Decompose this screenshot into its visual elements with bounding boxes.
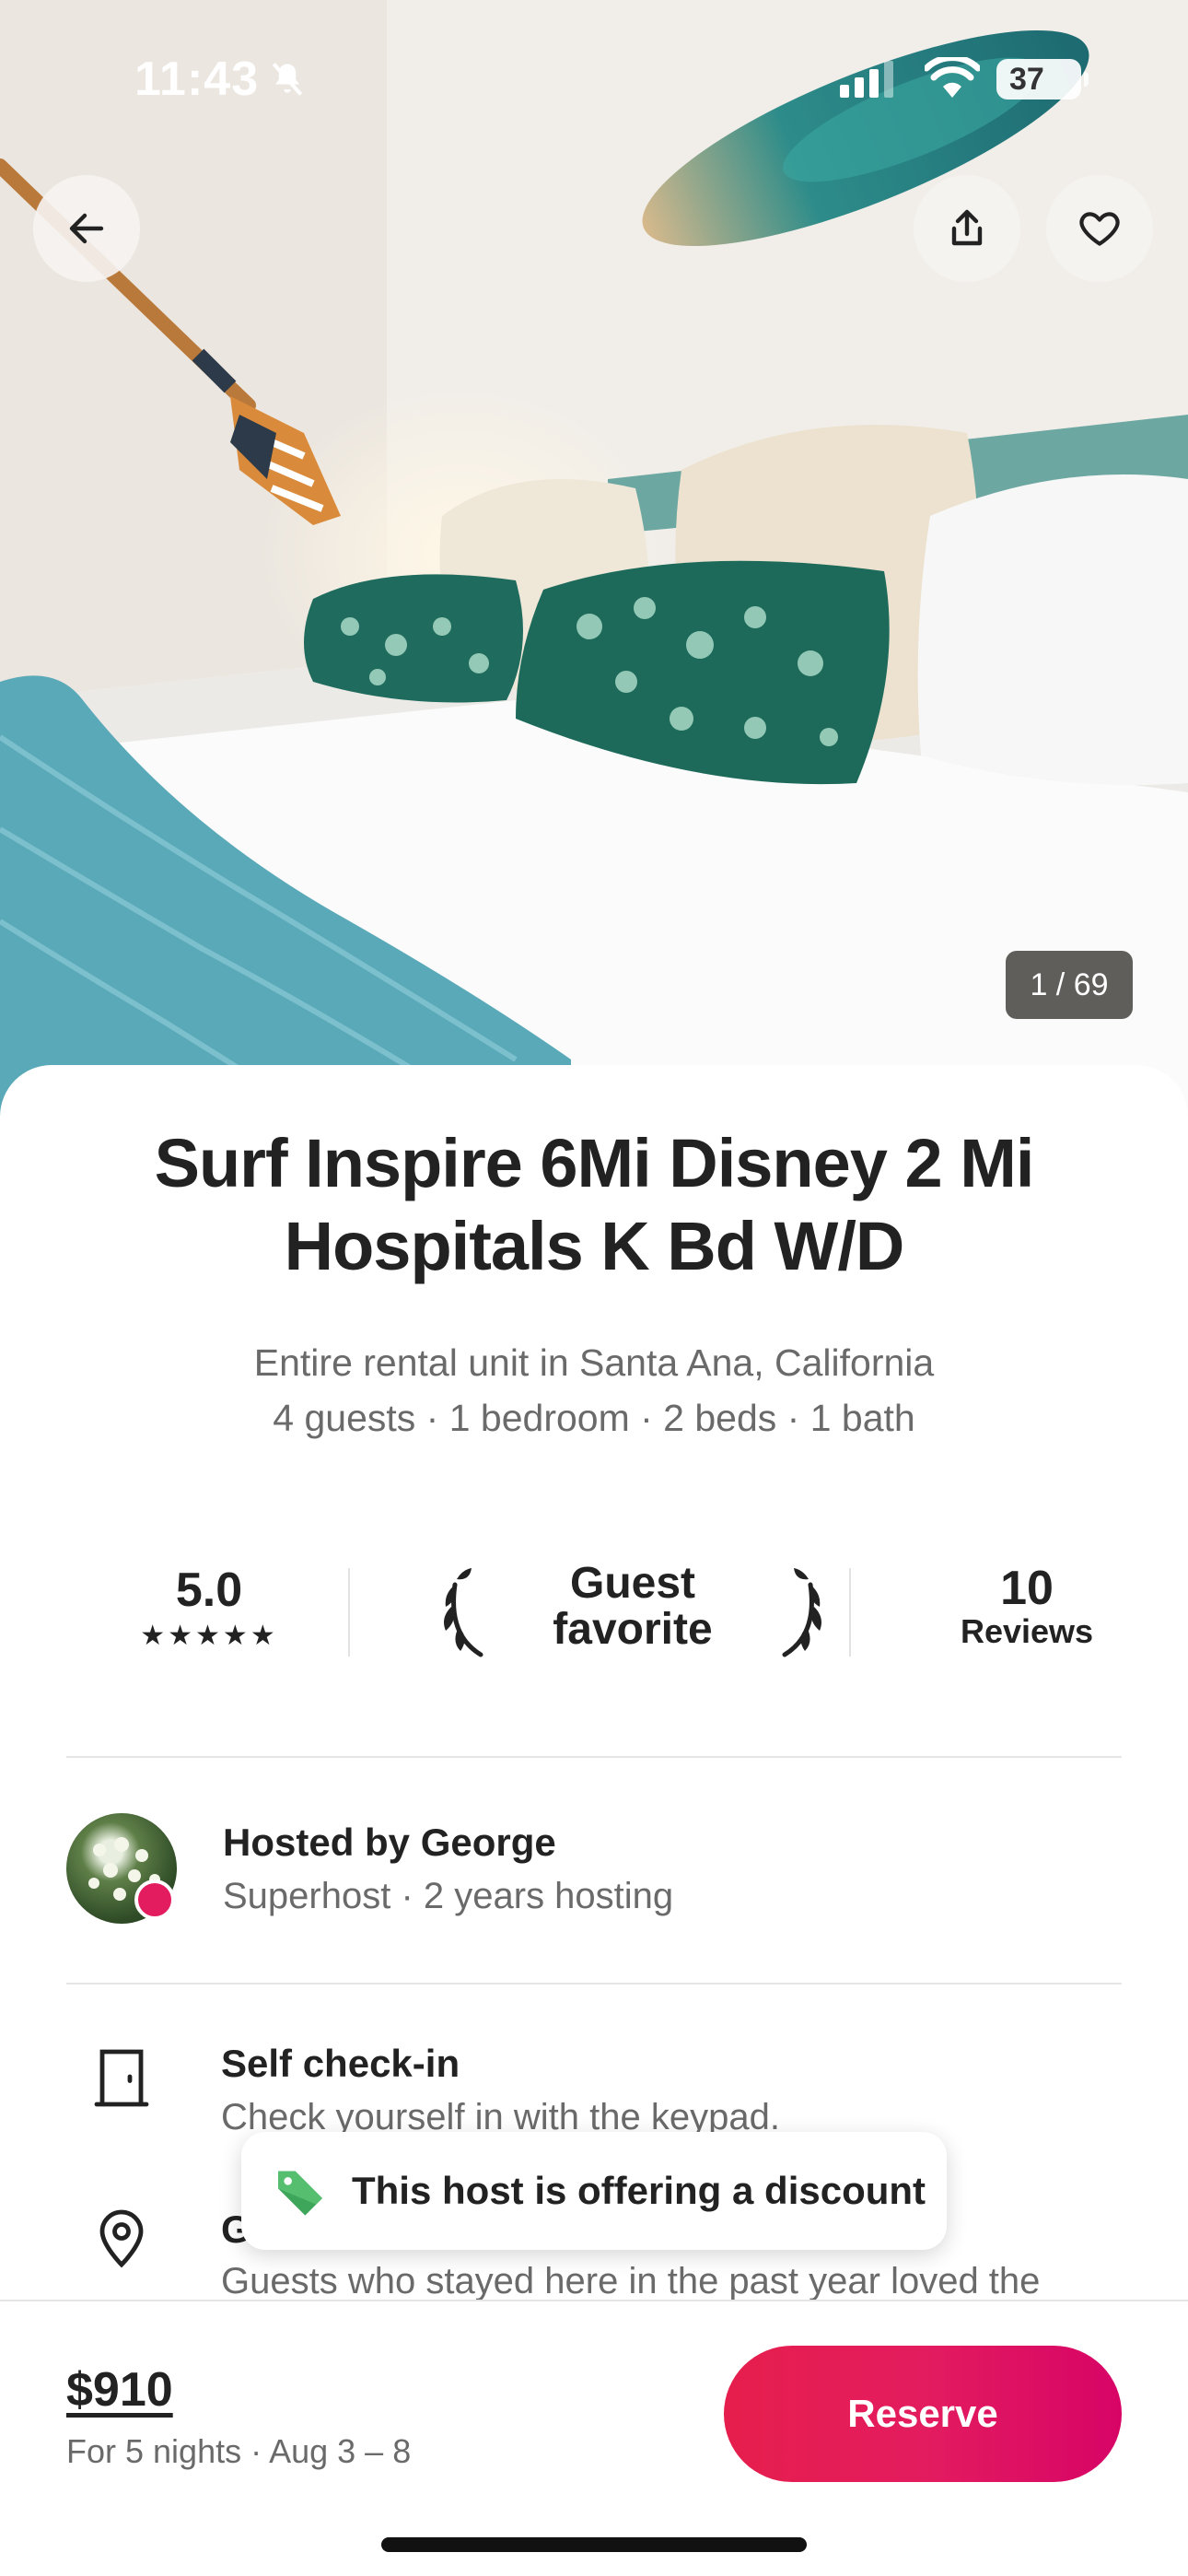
stats-row[interactable]: 5.0 ★★★★★ Guest favorite 10 Reviews: [66, 1557, 1122, 1668]
star-rating-icon: ★★★★★: [140, 1621, 278, 1651]
reserve-button[interactable]: Reserve: [724, 2346, 1122, 2482]
rating-stat[interactable]: 5.0 ★★★★★: [66, 1557, 352, 1668]
stay-dates: For 5 nights · Aug 3 – 8: [66, 2432, 412, 2470]
status-bar: 11:43 37: [0, 0, 1188, 157]
stat-divider: [348, 1568, 350, 1657]
heart-icon: [1079, 212, 1120, 246]
listing-location: Entire rental unit in Santa Ana, Califor…: [253, 1341, 935, 1384]
feature-desc-location: Guests who stayed here in the past year …: [221, 2261, 1041, 2301]
reviews-label: Reviews: [960, 1612, 1094, 1650]
section-divider: [66, 1983, 1122, 1985]
status-time: 11:43: [134, 53, 260, 106]
host-meta: Superhost · 2 years hosting: [223, 1876, 674, 1916]
superhost-badge-icon: [134, 1879, 175, 1920]
back-button[interactable]: [33, 175, 140, 282]
wifi-icon: [923, 54, 982, 104]
location-pin-icon: [99, 2209, 144, 2268]
reviews-count: 10: [1000, 1562, 1054, 1615]
discount-toast[interactable]: This host is offering a discount: [241, 2132, 947, 2250]
save-to-wishlist-button[interactable]: [1046, 175, 1153, 282]
rating-value: 5.0: [175, 1563, 243, 1617]
laurel-right-icon: [782, 1568, 821, 1657]
home-indicator[interactable]: [381, 2537, 807, 2552]
listing-title: Surf Inspire 6Mi Disney 2 Mi Hospitals K…: [154, 1125, 1035, 1284]
door-icon: [94, 2049, 149, 2107]
photo-counter: 1 / 69: [1006, 951, 1133, 1019]
guest-favorite-label: Guest favorite: [553, 1559, 713, 1654]
host-name[interactable]: Hosted by George: [223, 1821, 556, 1865]
listing-photo[interactable]: 11:43 37 1 / 69: [0, 0, 1188, 1133]
bell-muted-icon: [267, 59, 308, 104]
feature-title-self-check-in: Self check-in: [221, 2042, 460, 2085]
discount-message: This host is offering a discount: [352, 2169, 926, 2212]
guest-favorite-badge[interactable]: Guest favorite: [435, 1557, 831, 1668]
total-price[interactable]: $910: [66, 2362, 173, 2418]
section-divider: [66, 1756, 1122, 1758]
price-tag-icon: [278, 2171, 322, 2216]
reviews-stat[interactable]: 10 Reviews: [932, 1557, 1122, 1668]
arrow-left-icon: [69, 213, 104, 244]
laurel-left-icon: [444, 1568, 483, 1657]
listing-capacity: 4 guests · 1 bedroom · 2 beds · 1 bath: [273, 1397, 915, 1439]
share-button[interactable]: [914, 175, 1020, 282]
stat-divider: [849, 1568, 851, 1657]
battery-indicator: 37: [996, 59, 1089, 100]
cellular-signal-icon: [840, 61, 899, 102]
share-icon: [951, 209, 983, 246]
